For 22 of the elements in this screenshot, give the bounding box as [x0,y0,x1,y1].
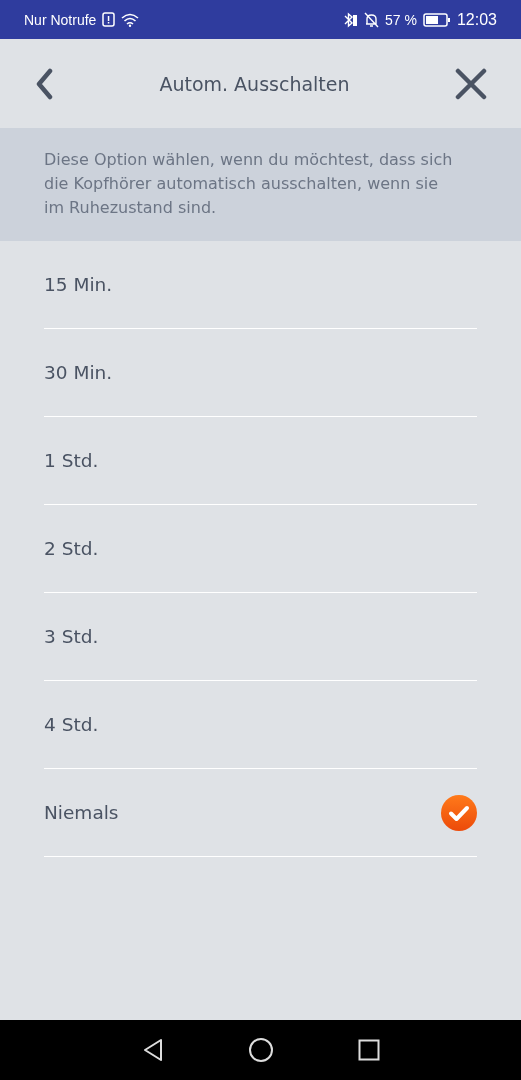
option-row[interactable]: Niemals [44,769,477,857]
close-icon[interactable] [455,67,487,100]
clock-text: 12:03 [456,10,497,29]
wifi-icon [121,12,140,27]
option-row[interactable]: 2 Std. [44,505,477,593]
option-row[interactable]: 30 Min. [44,329,477,417]
recents-icon[interactable] [357,1039,380,1061]
bluetooth-icon [342,11,359,28]
option-row[interactable]: 3 Std. [44,593,477,681]
battery-percent: 57 % [385,11,417,28]
sim-alert-icon [102,12,116,27]
page-title: Autom. Ausschalten [158,72,351,95]
back-icon[interactable] [141,1038,164,1062]
option-row[interactable]: 15 Min. [44,241,477,329]
battery-icon [422,12,451,27]
carrier-text: Nur Notrufe [24,11,97,28]
back-icon[interactable] [34,67,54,100]
home-icon[interactable] [247,1037,274,1063]
description-text: Diese Option wählen, wenn du möchtest, dass sich die Kopfhörer automatisch ausschalten, wenn sie im Ruhezustand sind. [0,128,521,241]
option-row[interactable]: 4 Std. [44,681,477,769]
muted-bell-icon [364,11,380,28]
option-row[interactable]: 1 Std. [44,417,477,505]
